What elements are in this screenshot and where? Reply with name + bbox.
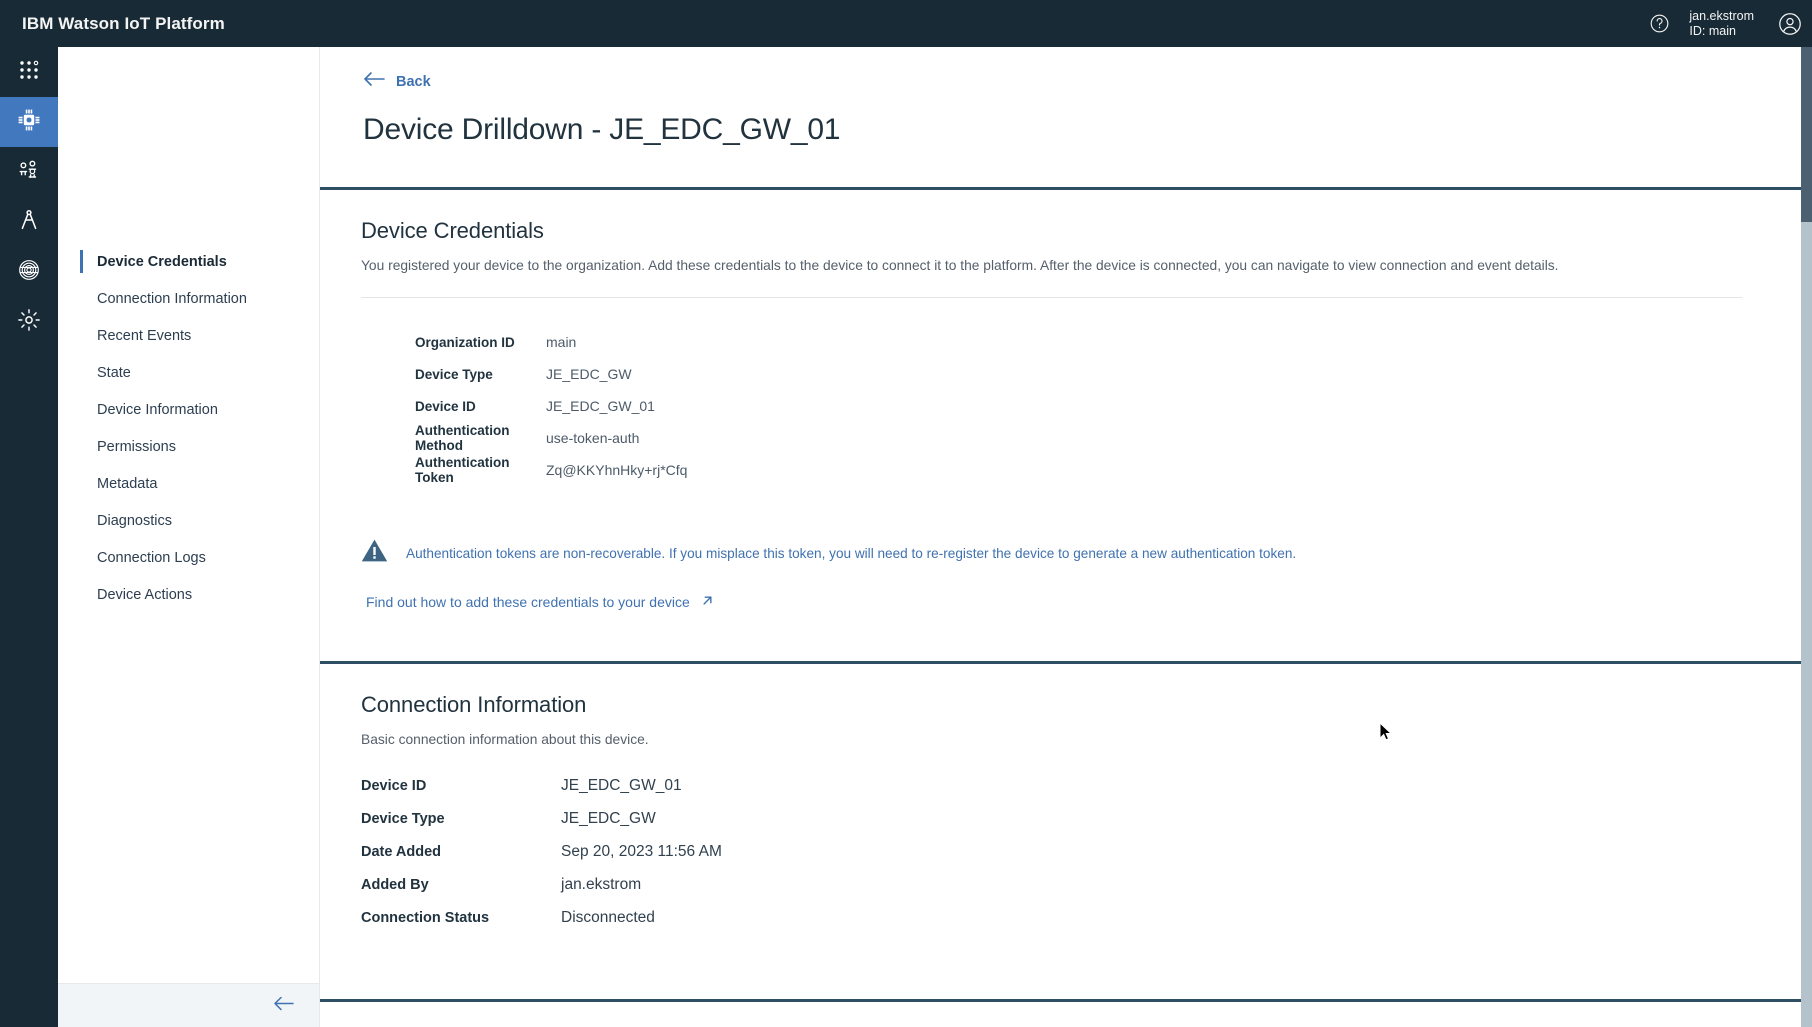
sidebar-item-diagnostics[interactable]: Diagnostics: [58, 502, 319, 539]
nav-label: Device Credentials: [97, 253, 227, 270]
back-button[interactable]: Back: [320, 47, 431, 92]
sidebar-item-device-actions[interactable]: Device Actions: [58, 576, 319, 613]
nav-label: Device Information: [97, 401, 218, 418]
nav-label: Recent Events: [97, 327, 192, 344]
arrow-left-icon: [363, 71, 385, 92]
nav-label: Permissions: [97, 438, 176, 455]
rail-item-app-switcher[interactable]: [0, 47, 58, 97]
back-label: Back: [396, 73, 431, 90]
sidebar-item-metadata[interactable]: Metadata: [58, 465, 319, 502]
user-name: jan.ekstrom: [1689, 8, 1754, 23]
header-actions: jan.ekstrom ID: main: [1636, 0, 1812, 47]
left-icon-rail: [0, 47, 58, 1027]
rail-item-devices[interactable]: [0, 97, 58, 147]
field-value: Zq@KKYhnHky+rj*Cfq: [546, 462, 688, 478]
field-label: Organization ID: [415, 334, 515, 350]
page-header: Back Device Drilldown - JE_EDC_GW_01: [58, 47, 1812, 147]
secondary-nav-list: Device Credentials Connection Informatio…: [58, 47, 319, 613]
field-label: Connection Status: [361, 909, 490, 926]
nav-label: Diagnostics: [97, 512, 172, 529]
sidebar-item-device-credentials[interactable]: Device Credentials: [58, 243, 319, 280]
credentials-description: You registered your device to the organi…: [361, 258, 1559, 273]
field-value: JE_EDC_GW: [546, 366, 632, 382]
field-label: Device Type: [415, 366, 493, 382]
user-org-id: ID: main: [1689, 23, 1736, 38]
content-scroll-area: Device Credentials You registered your d…: [320, 187, 1812, 1027]
credentials-title: Device Credentials: [361, 218, 544, 243]
divider: [361, 297, 1742, 298]
field-value: use-token-auth: [546, 430, 640, 446]
connection-description: Basic connection information about this …: [361, 732, 649, 747]
field-label: Device ID: [415, 398, 476, 414]
mouse-cursor: [1379, 721, 1393, 747]
warning-triangle-icon: [361, 538, 388, 568]
rail-item-settings[interactable]: [0, 297, 58, 347]
grid-dots-icon: [17, 58, 41, 87]
sidebar-collapse-button[interactable]: [58, 983, 319, 1027]
sidebar-item-permissions[interactable]: Permissions: [58, 428, 319, 465]
field-label: Device Type: [361, 810, 445, 827]
user-avatar-icon[interactable]: [1768, 0, 1812, 47]
field-value: JE_EDC_GW_01: [546, 398, 655, 414]
field-value: JE_EDC_GW: [561, 809, 656, 827]
field-value: main: [546, 334, 577, 350]
arrow-left-icon: [273, 996, 295, 1016]
sidebar-item-connection-information[interactable]: Connection Information: [58, 280, 319, 317]
external-link-icon: [701, 594, 714, 610]
main-region: Back Device Drilldown - JE_EDC_GW_01 Dev…: [58, 47, 1812, 1027]
field-label: Date Added: [361, 843, 442, 860]
connection-field-list: Device ID JE_EDC_GW_01 Device Type JE_ED…: [361, 769, 1812, 934]
users-group-icon: [17, 158, 41, 187]
field-label: Added By: [361, 876, 429, 893]
app-root: IBM Watson IoT Platform jan.ekstrom ID: …: [0, 0, 1812, 1027]
top-header: IBM Watson IoT Platform jan.ekstrom ID: …: [0, 0, 1812, 47]
nav-label: Metadata: [97, 475, 158, 492]
app-title: IBM Watson IoT Platform: [22, 13, 225, 33]
rail-item-boards[interactable]: [0, 147, 58, 197]
nav-label: Connection Information: [97, 290, 247, 307]
rail-item-rules[interactable]: [0, 197, 58, 247]
rail-item-security[interactable]: [0, 247, 58, 297]
chip-icon: [16, 107, 42, 138]
gear-icon: [17, 308, 41, 337]
sidebar-item-state[interactable]: State: [58, 354, 319, 391]
fingerprint-icon: [17, 258, 41, 287]
section-connection-information: Connection Information Basic connection …: [320, 661, 1812, 982]
connection-title: Connection Information: [361, 692, 587, 717]
nav-label: Device Actions: [97, 586, 193, 603]
secondary-nav: Device Credentials Connection Informatio…: [58, 47, 320, 1027]
section-recent-events: Recent Events: [320, 999, 1812, 1027]
field-value: Sep 20, 2023 11:56 AM: [561, 842, 722, 860]
help-circle-icon[interactable]: [1636, 0, 1683, 47]
token-warning: Authentication tokens are non-recoverabl…: [361, 538, 1812, 568]
warning-text: Authentication tokens are non-recoverabl…: [406, 545, 1297, 561]
sidebar-item-recent-events[interactable]: Recent Events: [58, 317, 319, 354]
field-value: JE_EDC_GW_01: [561, 776, 682, 794]
section-device-credentials: Device Credentials You registered your d…: [320, 187, 1812, 644]
field-label: Authentication Token: [415, 455, 510, 485]
sidebar-item-device-information[interactable]: Device Information: [58, 391, 319, 428]
nav-label: State: [97, 364, 131, 381]
compass-drafting-icon: [17, 208, 41, 237]
field-label: Authentication Method: [415, 423, 510, 453]
credentials-doc-link[interactable]: Find out how to add these credentials to…: [361, 594, 714, 610]
page-title: Device Drilldown - JE_EDC_GW_01: [363, 113, 841, 146]
nav-label: Connection Logs: [97, 549, 206, 566]
credentials-field-list: Organization ID main Device Type JE_EDC_…: [361, 326, 1812, 486]
scrollbar-thumb[interactable]: [1801, 47, 1812, 222]
doc-link-label: Find out how to add these credentials to…: [366, 594, 690, 610]
field-value: jan.ekstrom: [561, 875, 642, 893]
vertical-scrollbar[interactable]: [1801, 47, 1812, 1027]
field-label: Device ID: [361, 777, 427, 794]
sidebar-item-connection-logs[interactable]: Connection Logs: [58, 539, 319, 576]
user-info[interactable]: jan.ekstrom ID: main: [1689, 0, 1754, 47]
field-value: Disconnected: [561, 908, 655, 926]
